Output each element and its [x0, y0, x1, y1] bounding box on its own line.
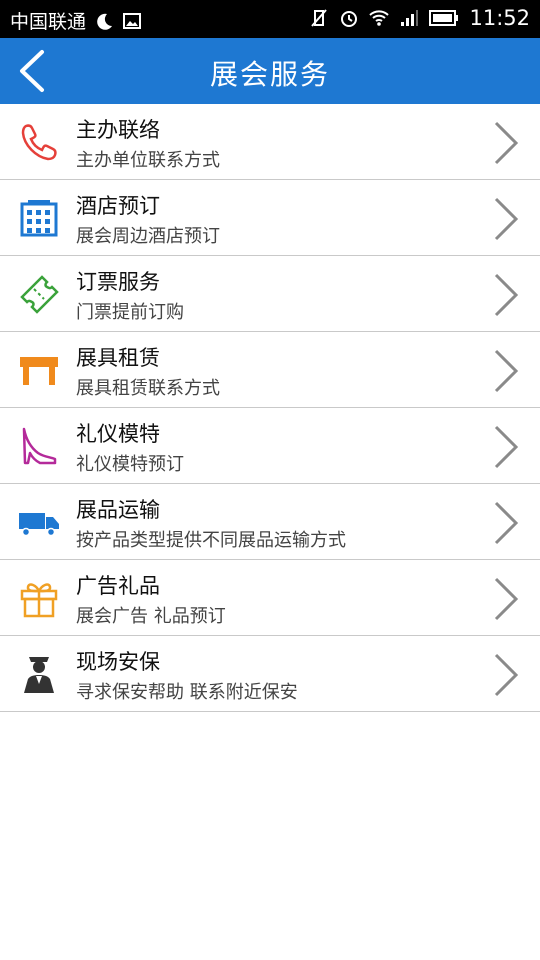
security-guard-icon: [24, 657, 54, 693]
chevron-right-icon: [494, 653, 519, 697]
service-subtitle: 展会周边酒店预订: [76, 226, 220, 247]
clock-time: 11:52: [469, 6, 530, 30]
moon-icon: [97, 13, 113, 30]
gift-icon: [20, 583, 58, 618]
service-item-equipment-rental[interactable]: 展具租赁 展具租赁联系方式: [0, 332, 540, 408]
ticket-icon: [20, 275, 59, 314]
service-title: 订票服务: [76, 270, 160, 294]
service-item-organizer-contact[interactable]: 主办联络 主办单位联系方式: [0, 104, 540, 180]
service-item-onsite-security[interactable]: 现场安保 寻求保安帮助 联系附近保安: [0, 636, 540, 712]
service-subtitle: 展会广告 礼品预订: [76, 606, 226, 627]
service-item-ticket-booking[interactable]: 订票服务 门票提前订购: [0, 256, 540, 332]
chevron-right-icon: [494, 501, 519, 545]
service-subtitle: 按产品类型提供不同展品运输方式: [76, 530, 346, 551]
vibrate-mute-icon: [311, 9, 328, 27]
phone-icon: [21, 124, 57, 161]
service-subtitle: 展具租赁联系方式: [76, 378, 220, 399]
chevron-right-icon: [494, 197, 519, 241]
service-title: 主办联络: [76, 118, 160, 142]
carrier-name: 中国联通: [10, 11, 87, 33]
table-icon: [20, 357, 58, 385]
chevron-right-icon: [494, 425, 519, 469]
hotel-building-icon: [20, 200, 58, 237]
service-item-exhibit-transport[interactable]: 展品运输 按产品类型提供不同展品运输方式: [0, 484, 540, 560]
truck-icon: [19, 513, 59, 537]
service-item-hotel-booking[interactable]: 酒店预订 展会周边酒店预订: [0, 180, 540, 256]
service-title: 礼仪模特: [76, 422, 160, 446]
service-subtitle: 门票提前订购: [76, 302, 184, 323]
service-item-etiquette-models[interactable]: 礼仪模特 礼仪模特预订: [0, 408, 540, 484]
service-subtitle: 礼仪模特预订: [76, 454, 184, 475]
service-subtitle: 主办单位联系方式: [76, 150, 220, 171]
service-title: 广告礼品: [76, 574, 160, 598]
signal-icon: [401, 10, 419, 26]
service-title: 酒店预订: [76, 194, 160, 218]
status-bar: 中国联通 11:52: [0, 0, 540, 38]
chevron-right-icon: [494, 121, 519, 165]
service-title: 展具租赁: [76, 346, 160, 370]
page-title: 展会服务: [209, 58, 330, 91]
battery-icon: [429, 10, 459, 26]
high-heel-icon: [22, 427, 57, 465]
image-icon: [123, 12, 142, 29]
alarm-icon: [341, 11, 358, 27]
service-title: 展品运输: [76, 498, 160, 522]
chevron-right-icon: [494, 273, 519, 317]
wifi-icon: [369, 10, 390, 26]
service-subtitle: 寻求保安帮助 联系附近保安: [76, 682, 298, 703]
chevron-right-icon: [494, 577, 519, 621]
chevron-right-icon: [494, 349, 519, 393]
service-title: 现场安保: [76, 650, 160, 674]
service-list: 主办联络 主办单位联系方式 酒店预订 展会周边酒店预订 订票服务 门票提前订购: [0, 104, 540, 712]
service-item-ad-gifts[interactable]: 广告礼品 展会广告 礼品预订: [0, 560, 540, 636]
app-header: 展会服务: [0, 38, 540, 104]
